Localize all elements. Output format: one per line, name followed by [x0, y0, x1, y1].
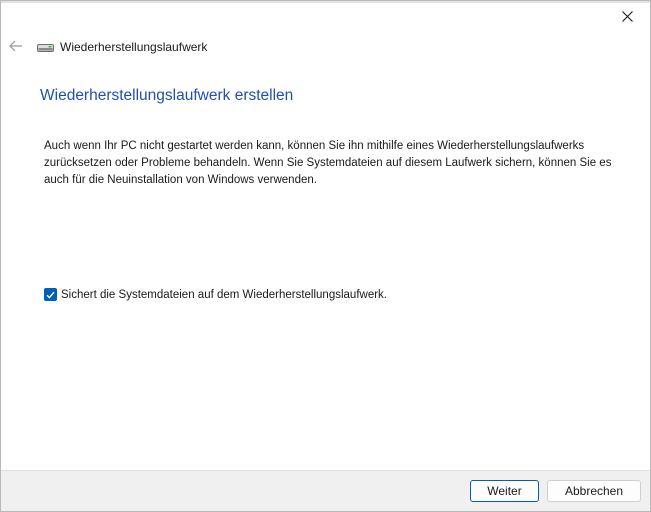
drive-icon [37, 44, 54, 52]
description-text: Auch wenn Ihr PC nicht gestartet werden … [44, 140, 612, 186]
window-title: Wiederherstellungslaufwerk [60, 40, 208, 54]
page-heading: Wiederherstellungslaufwerk erstellen [40, 87, 294, 104]
checkmark-icon [46, 291, 55, 299]
backup-system-files-label[interactable]: Sichert die Systemdateien auf dem Wieder… [61, 289, 387, 301]
backup-system-files-option[interactable]: Sichert die Systemdateien auf dem Wieder… [44, 288, 387, 301]
close-button[interactable] [604, 1, 650, 31]
window-title-bar: Wiederherstellungslaufwerk [37, 38, 207, 56]
window-top-edge [1, 1, 650, 3]
footer-bar: Weiter Abbrechen [1, 470, 650, 511]
recovery-drive-window: Wiederherstellungslaufwerk Wiederherstel… [0, 0, 651, 512]
back-arrow-icon [9, 40, 22, 52]
next-button[interactable]: Weiter [470, 480, 539, 502]
close-icon [621, 10, 633, 22]
cancel-button[interactable]: Abbrechen [547, 480, 641, 502]
back-button[interactable] [5, 35, 27, 57]
backup-system-files-checkbox[interactable] [44, 288, 57, 301]
